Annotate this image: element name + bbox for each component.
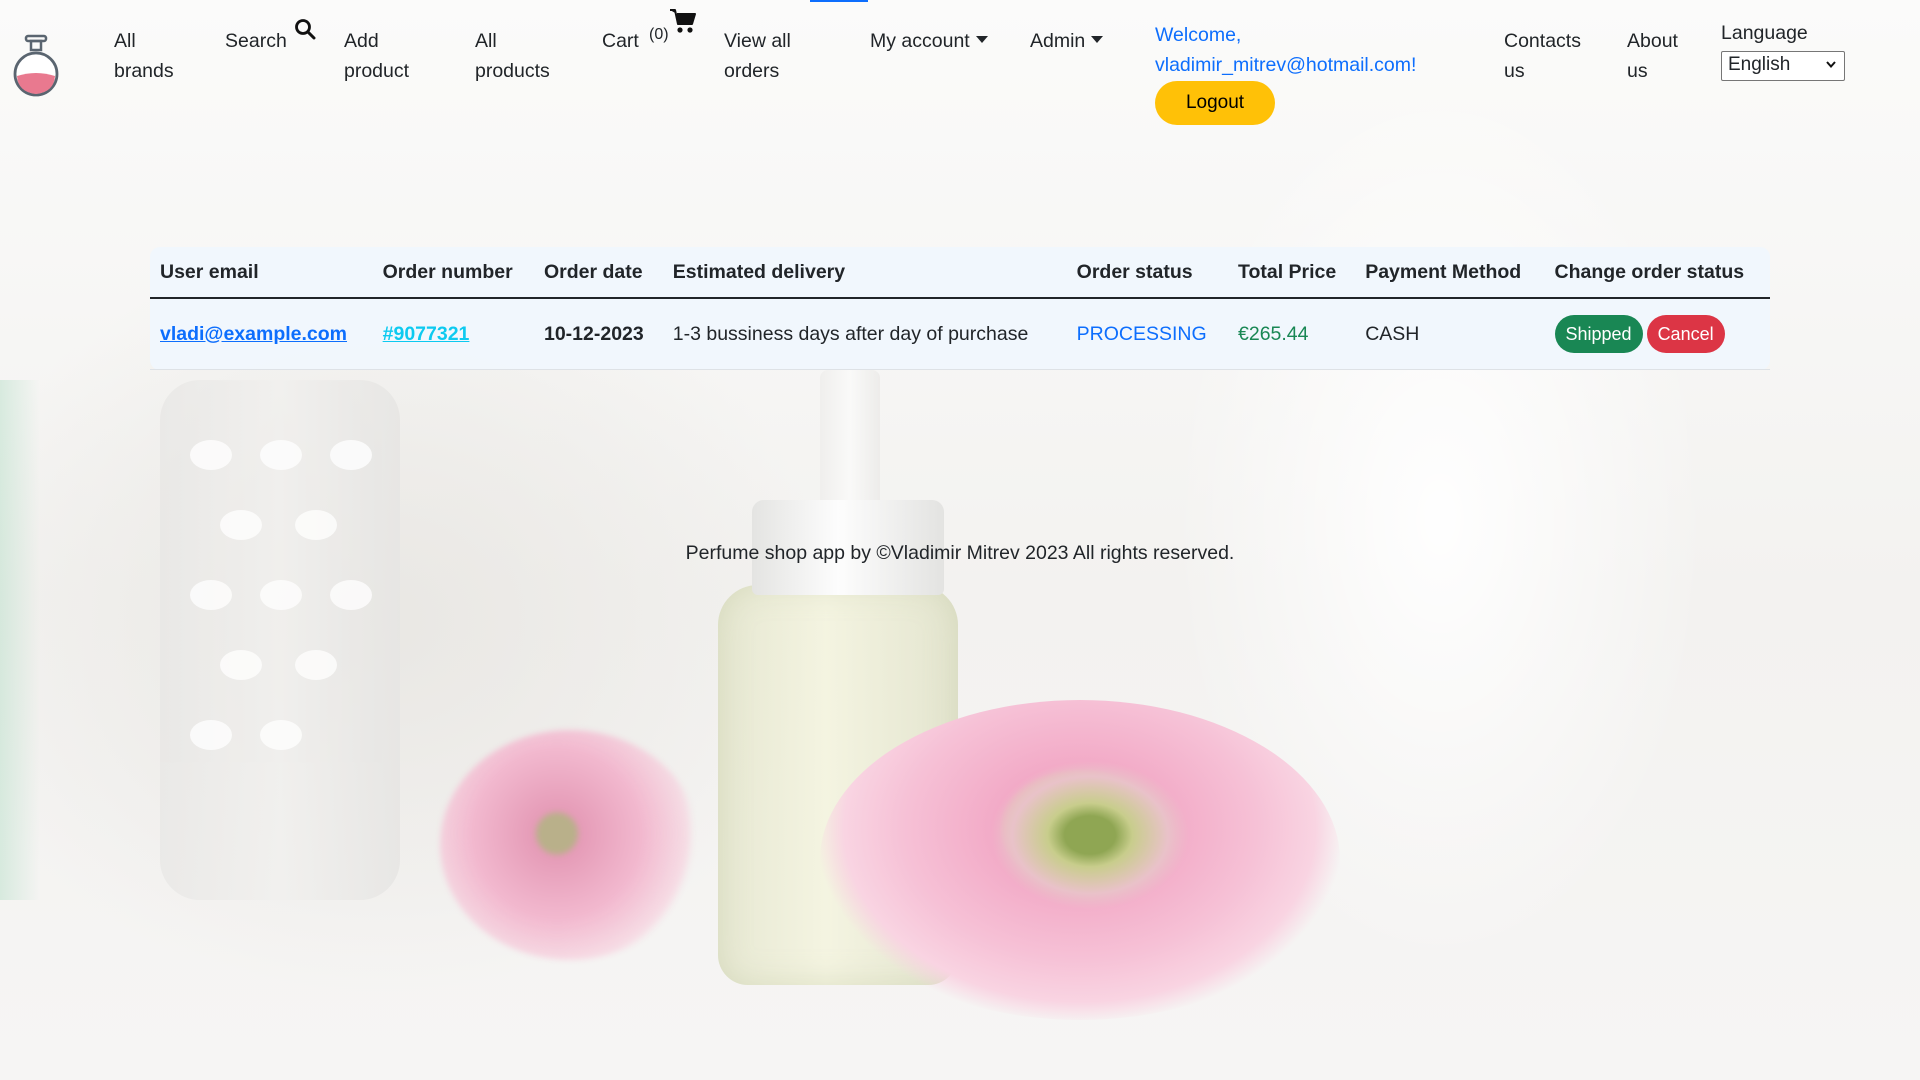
column-header: Order status	[1066, 247, 1228, 299]
cancel-order-button[interactable]: Cancel	[1646, 315, 1725, 353]
nav-label: product	[344, 60, 410, 82]
nav-label: All	[475, 30, 497, 52]
order-number-link[interactable]: #9077321	[383, 323, 470, 345]
language-label: Language	[1721, 22, 1808, 44]
nav-label: Admin	[1030, 30, 1086, 52]
orders-table: User email Order number Order date Estim…	[150, 247, 1770, 370]
payment-method: CASH	[1355, 298, 1545, 370]
welcome-email: vladimir_mitrev@hotmail.com!	[1155, 54, 1417, 76]
welcome-message: Welcome, vladimir_mitrev@hotmail.com!	[1155, 20, 1416, 80]
background-image	[0, 0, 1920, 1080]
nav-contacts-us[interactable]: Contacts us	[1504, 26, 1581, 86]
nav-label: orders	[724, 60, 780, 82]
column-header: Payment Method	[1355, 247, 1545, 299]
cart-icon[interactable]	[669, 8, 697, 34]
change-status-cell: Shipped Cancel	[1544, 298, 1770, 370]
nav-label: products	[475, 60, 550, 82]
nav-add-product[interactable]: Add product	[344, 26, 409, 86]
table-row: vladi@example.com #9077321 10-12-2023 1-…	[150, 298, 1770, 370]
nav-label: Cart	[602, 30, 639, 52]
estimated-delivery: 1-3 bussiness days after day of purchase	[662, 298, 1067, 370]
column-header: Estimated delivery	[662, 247, 1067, 299]
nav-admin-dropdown[interactable]: Admin	[1030, 26, 1104, 56]
search-icon[interactable]	[294, 18, 316, 40]
nav-about-us[interactable]: About us	[1627, 26, 1678, 86]
nav-label: Add	[344, 30, 379, 52]
nav-label: My account	[870, 30, 970, 52]
active-indicator	[810, 0, 868, 2]
column-header: Order number	[372, 247, 534, 299]
cart-count-badge: (0)	[649, 26, 669, 43]
nav-label: About	[1627, 30, 1678, 52]
flower-decoration	[440, 730, 700, 960]
nav-all-brands[interactable]: All brands	[114, 26, 174, 86]
nav-all-products[interactable]: All products	[475, 26, 550, 86]
nav-label: us	[1504, 60, 1525, 82]
nav-cart[interactable]: Cart	[602, 26, 639, 56]
perfume-logo-icon[interactable]	[12, 34, 60, 100]
column-header: User email	[150, 247, 373, 299]
order-date: 10-12-2023	[533, 298, 663, 370]
user-email-link[interactable]: vladi@example.com	[160, 323, 347, 345]
nav-view-all-orders[interactable]: View all orders	[724, 26, 791, 86]
column-header: Change order status	[1544, 247, 1770, 299]
order-status: PROCESSING	[1066, 298, 1228, 370]
language-select[interactable]: English	[1721, 51, 1845, 81]
nav-label: View all	[724, 30, 791, 52]
nav-label: Search	[225, 30, 287, 52]
nav-label: brands	[114, 60, 174, 82]
navbar: All brands Search Add product All produc…	[0, 0, 1920, 130]
language-selected-value: English	[1728, 54, 1791, 75]
footer-copyright: Perfume shop app by ©Vladimir Mitrev 202…	[685, 542, 1235, 564]
caret-down-icon	[1091, 36, 1104, 43]
nav-label: Contacts	[1504, 30, 1581, 52]
nav-label: us	[1627, 60, 1648, 82]
nav-label: All	[114, 30, 136, 52]
caret-down-icon	[975, 36, 988, 43]
nav-search[interactable]: Search	[225, 26, 287, 56]
table-header-row: User email Order number Order date Estim…	[150, 247, 1770, 299]
nav-my-account-dropdown[interactable]: My account	[870, 26, 988, 56]
orders-table-container: User email Order number Order date Estim…	[150, 247, 1770, 370]
column-header: Total Price	[1228, 247, 1356, 299]
welcome-line: Welcome,	[1155, 24, 1242, 46]
mark-shipped-button[interactable]: Shipped	[1554, 315, 1643, 353]
column-header: Order date	[533, 247, 663, 299]
chevron-down-icon	[1826, 61, 1836, 69]
total-price: €265.44	[1228, 298, 1356, 370]
lantern-decoration	[160, 380, 400, 900]
logout-button[interactable]: Logout	[1155, 81, 1275, 125]
